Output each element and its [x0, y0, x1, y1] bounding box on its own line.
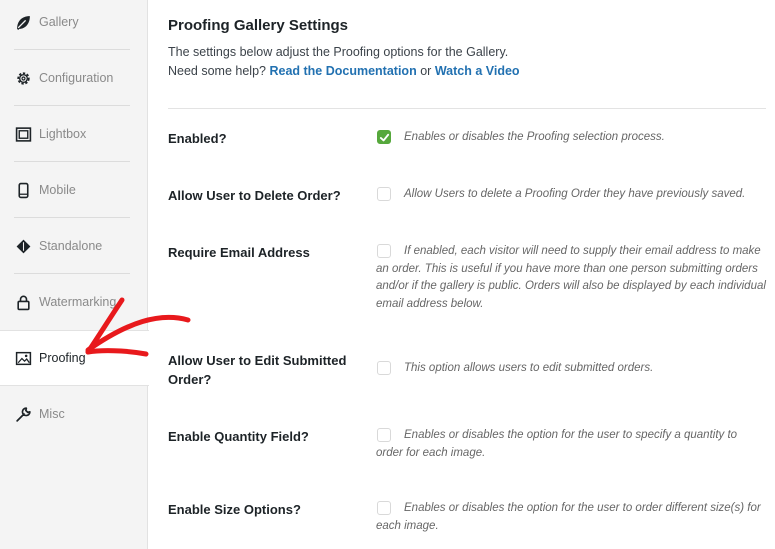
sidebar-item-label: Watermarking: [39, 295, 117, 309]
mobile-icon: [15, 182, 32, 199]
or-text: or: [420, 64, 432, 78]
help-text: Need some help?: [168, 64, 266, 78]
description-line: The settings below adjust the Proofing o…: [168, 45, 509, 59]
watch-video-link[interactable]: Watch a Video: [435, 64, 520, 78]
leaf-icon: [15, 14, 32, 31]
setting-description: Enables or disables the option for the u…: [376, 502, 761, 532]
sidebar-item-label: Configuration: [39, 71, 114, 85]
sidebar-item-lightbox[interactable]: Lightbox: [0, 106, 148, 162]
setting-label: Allow User to Edit Submitted Order?: [168, 353, 347, 387]
sidebar-item-watermarking[interactable]: Watermarking: [0, 274, 148, 330]
sidebar-item-label: Gallery: [39, 15, 79, 29]
setting-label: Require Email Address: [168, 245, 310, 260]
sidebar-item-label: Misc: [39, 407, 65, 421]
diamond-icon: [15, 238, 32, 255]
sidebar-item-label: Proofing: [39, 351, 86, 365]
section-divider: [168, 108, 766, 109]
sidebar-item-label: Standalone: [39, 239, 103, 253]
setting-description: If enabled, each visitor will need to su…: [376, 245, 766, 310]
sidebar-item-label: Mobile: [39, 183, 76, 197]
setting-label: Allow User to Delete Order?: [168, 188, 341, 203]
setting-label: Enable Size Options?: [168, 502, 301, 517]
setting-description: This option allows users to edit submitt…: [404, 362, 654, 374]
gear-icon: [15, 70, 32, 87]
page-title: Proofing Gallery Settings: [168, 17, 349, 34]
lock-icon: [15, 294, 32, 311]
sidebar-item-configuration[interactable]: Configuration: [0, 50, 148, 106]
sidebar-item-proofing[interactable]: Proofing: [0, 330, 149, 386]
sidebar-item-misc[interactable]: Misc: [0, 386, 148, 442]
sidebar-item-mobile[interactable]: Mobile: [0, 162, 148, 218]
setting-label: Enable Quantity Field?: [168, 429, 309, 444]
wrench-icon: [15, 406, 32, 423]
setting-description: Enables or disables the option for the u…: [376, 429, 738, 459]
settings-sidebar: Gallery Configuration Lightbox Mobile St…: [0, 0, 149, 549]
sidebar-item-gallery[interactable]: Gallery: [0, 0, 148, 50]
help-line: Need some help? Read the Documentation o…: [168, 62, 520, 81]
setting-description: Allow Users to delete a Proofing Order t…: [404, 188, 746, 200]
documentation-link[interactable]: Read the Documentation: [269, 64, 416, 78]
setting-description: Enables or disables the Proofing selecti…: [404, 131, 665, 143]
setting-label: Enabled?: [168, 131, 227, 146]
sidebar-item-standalone[interactable]: Standalone: [0, 218, 148, 274]
lightbox-icon: [15, 126, 32, 143]
settings-description: The settings below adjust the Proofing o…: [168, 43, 520, 81]
proofing-image-icon: [15, 350, 32, 367]
sidebar-item-label: Lightbox: [39, 127, 87, 141]
